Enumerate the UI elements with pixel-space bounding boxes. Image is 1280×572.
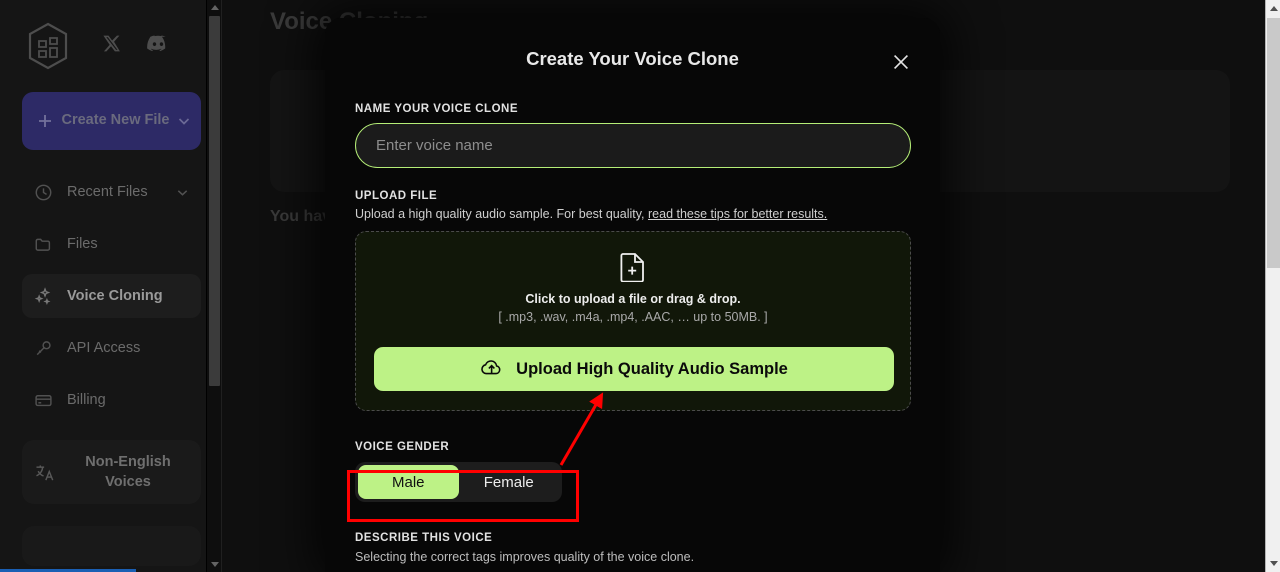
- gender-section-label: VOICE GENDER: [355, 441, 450, 453]
- gender-option-female[interactable]: Female: [459, 465, 560, 499]
- file-plus-icon: [620, 252, 646, 287]
- sidebar-item-api-access[interactable]: API Access: [22, 326, 201, 370]
- sidebar-item-label: Billing: [67, 392, 106, 408]
- name-section-label: NAME YOUR VOICE CLONE: [355, 103, 518, 115]
- sidebar-item-non-english-voices[interactable]: Non-English Voices: [22, 440, 201, 504]
- translate-icon: [34, 462, 55, 483]
- dialog-body: NAME YOUR VOICE CLONE UPLOAD FILE Upload…: [355, 103, 911, 564]
- file-dropzone[interactable]: Click to upload a file or drag & drop. […: [355, 231, 911, 411]
- sidebar-item-billing[interactable]: Billing: [22, 378, 201, 422]
- discord-icon[interactable]: [147, 35, 169, 57]
- scroll-down-arrow-icon[interactable]: [207, 557, 221, 572]
- key-icon: [34, 339, 53, 358]
- upload-section: UPLOAD FILE Upload a high quality audio …: [355, 190, 911, 411]
- upload-button-label: Upload High Quality Audio Sample: [516, 359, 788, 378]
- sidebar-nav: Recent Files Files Voice Cloning API Acc…: [0, 170, 221, 566]
- scroll-up-arrow-icon[interactable]: [1266, 0, 1280, 17]
- sidebar-item-label: Files: [67, 236, 98, 252]
- gender-option-male[interactable]: Male: [358, 465, 459, 499]
- sidebar-item-files[interactable]: Files: [22, 222, 201, 266]
- voice-gender-toggle[interactable]: Male Female: [355, 462, 562, 502]
- clock-icon: [34, 183, 53, 202]
- dropzone-primary-text: Click to upload a file or drag & drop.: [525, 292, 741, 306]
- close-icon[interactable]: [888, 49, 914, 75]
- plus-icon: [36, 112, 54, 130]
- app-window: Create New File Recent Files Files Voice…: [0, 0, 1280, 572]
- credit-card-icon: [34, 391, 53, 410]
- sidebar-social-links: [102, 34, 169, 58]
- browser-scrollbar[interactable]: [1265, 0, 1280, 572]
- describe-section: DESCRIBE THIS VOICE Selecting the correc…: [355, 532, 911, 564]
- sidebar-item-label: Non-English Voices: [85, 453, 171, 490]
- sidebar-header: [0, 0, 221, 70]
- sidebar-item-label: API Access: [67, 340, 141, 356]
- upload-section-description: Upload a high quality audio sample. For …: [355, 207, 911, 221]
- create-voice-clone-dialog: Create Your Voice Clone NAME YOUR VOICE …: [325, 18, 940, 572]
- describe-section-label: DESCRIBE THIS VOICE: [355, 532, 493, 544]
- voice-name-input[interactable]: [355, 123, 911, 168]
- dropzone-formats-text: [ .mp3, .wav, .m4a, .mp4, .AAC, … up to …: [498, 310, 768, 324]
- sidebar-item-recent-files[interactable]: Recent Files: [22, 170, 201, 214]
- dialog-title: Create Your Voice Clone: [526, 48, 739, 69]
- sidebar: Create New File Recent Files Files Voice…: [0, 0, 222, 572]
- describe-section-description: Selecting the correct tags improves qual…: [355, 550, 695, 564]
- x-twitter-icon[interactable]: [102, 34, 121, 58]
- sidebar-scrollbar[interactable]: [206, 0, 221, 572]
- upload-description-text: Upload a high quality audio sample. For …: [355, 207, 648, 221]
- hexagon-cube-logo[interactable]: [26, 22, 70, 70]
- sidebar-scrollbar-thumb[interactable]: [209, 16, 220, 386]
- upload-high-quality-audio-sample-button[interactable]: Upload High Quality Audio Sample: [374, 347, 894, 391]
- cloud-upload-icon: [480, 358, 504, 380]
- chevron-down-icon: [176, 186, 189, 199]
- create-new-file-button[interactable]: Create New File: [22, 92, 201, 150]
- folder-icon: [34, 235, 53, 254]
- sparkles-icon: [34, 286, 53, 306]
- sidebar-item-voice-cloning[interactable]: Voice Cloning: [22, 274, 201, 318]
- sidebar-item-label: Voice Cloning: [67, 288, 163, 304]
- tips-link[interactable]: read these tips for better results.: [648, 207, 827, 221]
- chevron-down-icon: [177, 114, 191, 128]
- scroll-down-arrow-icon[interactable]: [1266, 555, 1280, 572]
- name-section: NAME YOUR VOICE CLONE: [355, 103, 911, 168]
- create-new-file-label: Create New File: [61, 112, 170, 129]
- sidebar-item-partial[interactable]: [22, 526, 201, 566]
- upload-section-label: UPLOAD FILE: [355, 190, 438, 202]
- sidebar-item-label: Recent Files: [67, 184, 148, 200]
- browser-scrollbar-thumb[interactable]: [1267, 18, 1280, 268]
- gender-section: VOICE GENDER Male Female: [355, 441, 911, 502]
- scroll-up-arrow-icon[interactable]: [207, 0, 221, 15]
